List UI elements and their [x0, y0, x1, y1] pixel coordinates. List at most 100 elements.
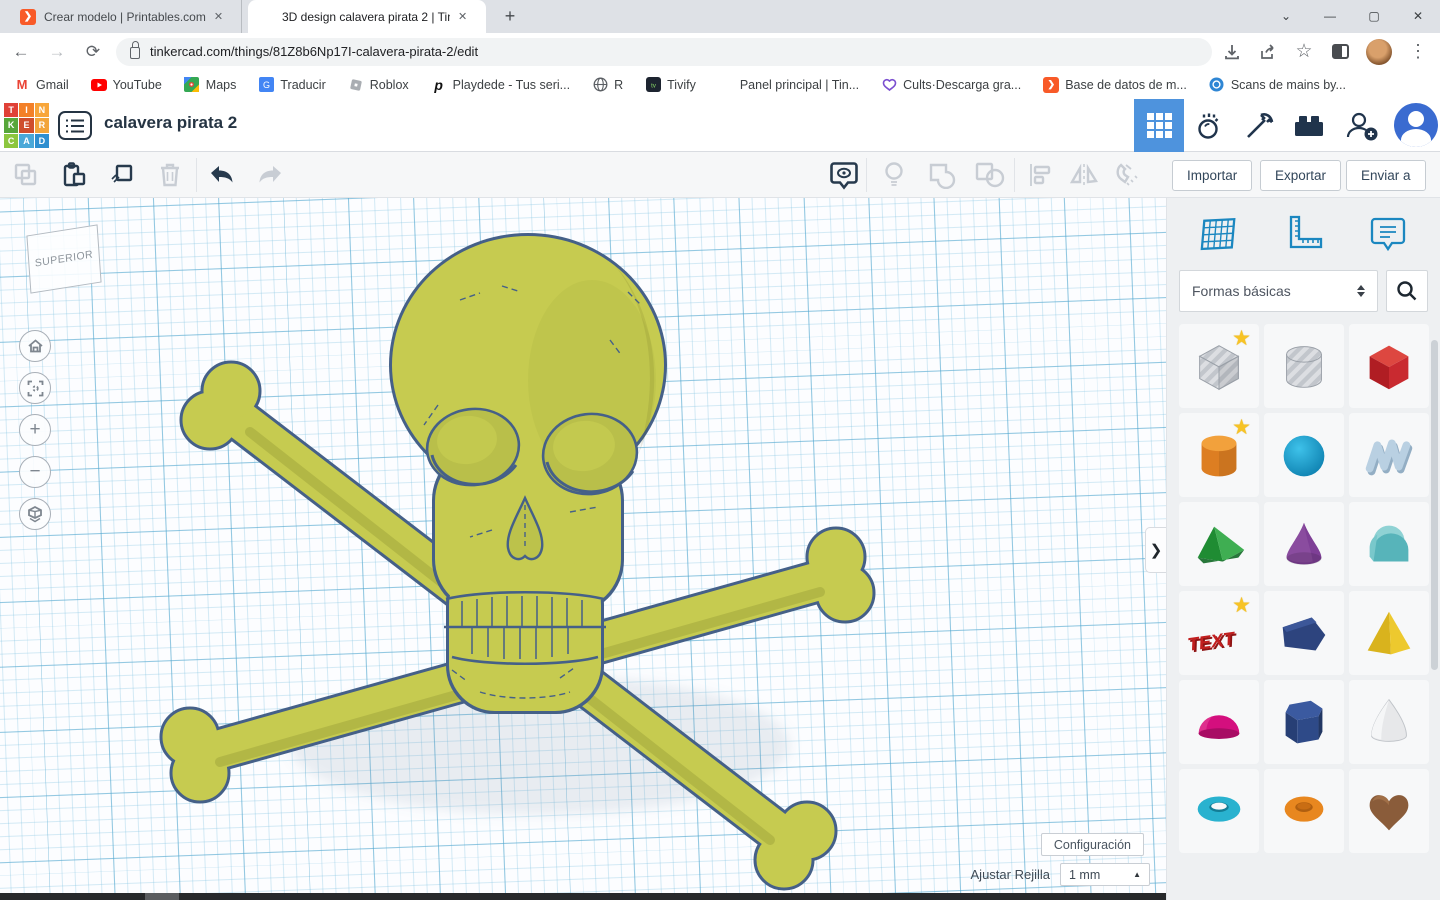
panel-scrollbar[interactable] — [1431, 340, 1438, 670]
bulb-button[interactable] — [874, 157, 914, 193]
mirror-button[interactable] — [1064, 157, 1104, 193]
shape-tile-torus[interactable] — [1179, 769, 1259, 853]
forward-icon[interactable]: → — [42, 37, 72, 67]
undo-icon — [207, 163, 237, 187]
bookmark-printables-db[interactable]: ❯Base de datos de m... — [1043, 77, 1187, 93]
tinkercad-favicon — [258, 9, 274, 25]
shape-tile-polygon[interactable] — [1264, 591, 1344, 675]
viewport-3d[interactable]: SUPERIOR + − ❯ Configuración Ajustar Rej… — [0, 198, 1166, 900]
minimize-button[interactable]: — — [1308, 0, 1352, 33]
maximize-button[interactable]: ▢ — [1352, 0, 1396, 33]
copy-button[interactable] — [6, 157, 46, 193]
undo-button[interactable] — [202, 157, 242, 193]
home-icon — [27, 338, 44, 354]
redo-button[interactable] — [250, 157, 290, 193]
close-window-button[interactable]: ✕ — [1396, 0, 1440, 33]
tinkercad-logo[interactable]: TIN KER CAD — [4, 103, 49, 148]
magnet-button[interactable] — [1108, 157, 1148, 193]
chrome-profile-avatar[interactable] — [1366, 39, 1392, 65]
show-all-button[interactable] — [824, 157, 864, 193]
shape-tile-hex-prism[interactable] — [1264, 680, 1344, 764]
bricks-mode-button[interactable] — [1284, 99, 1334, 152]
home-view-button[interactable] — [19, 330, 51, 362]
shape-tile-pyramid[interactable] — [1349, 591, 1429, 675]
tab-printables[interactable]: ❯ Crear modelo | Printables.com ✕ — [10, 0, 242, 33]
shape-tile-box[interactable] — [1349, 324, 1429, 408]
shape-tile-heart[interactable] — [1349, 769, 1429, 853]
translate-icon: G — [258, 77, 274, 93]
duplicate-button[interactable] — [102, 157, 142, 193]
chrome-menu-icon[interactable]: ⋮ — [1408, 42, 1428, 62]
perspective-toggle-button[interactable] — [19, 498, 51, 530]
bookmark-cults[interactable]: Cults·Descarga gra... — [881, 77, 1021, 93]
fit-view-button[interactable] — [19, 372, 51, 404]
export-button[interactable]: Exportar — [1260, 160, 1341, 191]
new-tab-button[interactable]: + — [497, 4, 523, 30]
import-button[interactable]: Importar — [1172, 160, 1252, 191]
shape-tile-half-sphere[interactable] — [1179, 680, 1259, 764]
sim-lab-button[interactable] — [1184, 99, 1234, 152]
align-button[interactable] — [1020, 157, 1060, 193]
group-button[interactable] — [922, 157, 962, 193]
bookmark-traducir[interactable]: GTraducir — [258, 77, 325, 93]
snap-grid-select[interactable]: 1 mm ▲ — [1060, 863, 1150, 886]
shape-tile-round-roof[interactable] — [1349, 502, 1429, 586]
bookmark-scans[interactable]: Scans de mains by... — [1209, 77, 1346, 93]
shape-tile-tube[interactable] — [1264, 769, 1344, 853]
shape-tile-text[interactable]: ★ TEXTTEXT — [1179, 591, 1259, 675]
blocks-mode-button[interactable] — [1234, 99, 1284, 152]
paste-button[interactable] — [54, 157, 94, 193]
side-panel-icon[interactable] — [1330, 42, 1350, 62]
bookmark-playdede[interactable]: pPlaydede - Tus seri... — [431, 77, 570, 93]
zoom-out-button[interactable]: − — [19, 456, 51, 488]
share-icon[interactable] — [1258, 42, 1278, 62]
favorite-star-icon: ★ — [1232, 326, 1251, 351]
workplane-tool[interactable] — [1193, 208, 1245, 260]
bookmark-gmail[interactable]: MGmail — [14, 77, 69, 93]
shape-search-button[interactable] — [1386, 270, 1428, 312]
bookmark-r[interactable]: R — [592, 77, 623, 93]
tab-close-icon[interactable]: ✕ — [214, 10, 223, 23]
tab-search-chevron-icon[interactable]: ⌄ — [1264, 0, 1308, 33]
shape-tile-paraboloid[interactable] — [1349, 680, 1429, 764]
shape-tile-transparent-cylinder[interactable] — [1264, 324, 1344, 408]
printables-icon: ❯ — [1043, 77, 1059, 93]
view-cube[interactable]: SUPERIOR — [26, 224, 101, 293]
mode-3d-button[interactable] — [1134, 99, 1184, 152]
invite-button[interactable] — [1334, 99, 1390, 152]
redo-icon — [255, 163, 285, 187]
send-to-button[interactable]: Enviar a — [1346, 160, 1426, 191]
bookmark-star-icon[interactable]: ☆ — [1294, 42, 1314, 62]
notes-tool[interactable] — [1362, 208, 1414, 260]
tab-tinkercad[interactable]: 3D design calavera pirata 2 | Tin ✕ — [248, 0, 486, 33]
reload-icon[interactable]: ⟳ — [78, 37, 108, 67]
shape-category-select[interactable]: Formas básicas — [1179, 270, 1378, 312]
shape-tile-transparent-box[interactable]: ★ — [1179, 324, 1259, 408]
sim-lab-icon — [1194, 111, 1224, 141]
back-icon[interactable]: ← — [6, 37, 36, 67]
shape-tile-cylinder[interactable]: ★ — [1179, 413, 1259, 497]
ungroup-button[interactable] — [970, 157, 1010, 193]
shape-tile-cone[interactable] — [1264, 502, 1344, 586]
download-icon[interactable] — [1222, 42, 1242, 62]
bookmark-tivify[interactable]: tvTivify — [645, 77, 696, 93]
address-bar[interactable]: tinkercad.com/things/81Z8b6Np17I-calaver… — [116, 38, 1212, 66]
delete-button[interactable] — [150, 157, 190, 193]
user-avatar[interactable] — [1394, 103, 1438, 147]
shape-tile-scribble[interactable] — [1349, 413, 1429, 497]
model-skull-crossbones[interactable] — [140, 200, 900, 900]
bookmark-maps[interactable]: Maps — [184, 77, 237, 93]
bookmark-youtube[interactable]: YouTube — [91, 77, 162, 93]
fit-view-icon — [27, 380, 44, 397]
bookmark-tinkercad-panel[interactable]: Panel principal | Tin... — [718, 77, 859, 93]
bookmark-roblox[interactable]: Roblox — [348, 77, 409, 93]
shape-tile-sphere[interactable] — [1264, 413, 1344, 497]
design-menu-button[interactable] — [58, 111, 92, 140]
zoom-in-button[interactable]: + — [19, 414, 51, 446]
ruler-tool[interactable] — [1278, 208, 1330, 260]
shape-tile-roof[interactable] — [1179, 502, 1259, 586]
design-title[interactable]: calavera pirata 2 — [104, 113, 237, 133]
tab-close-icon[interactable]: ✕ — [458, 10, 467, 23]
collapse-panel-button[interactable]: ❯ — [1145, 527, 1166, 573]
settings-button[interactable]: Configuración — [1041, 833, 1144, 856]
